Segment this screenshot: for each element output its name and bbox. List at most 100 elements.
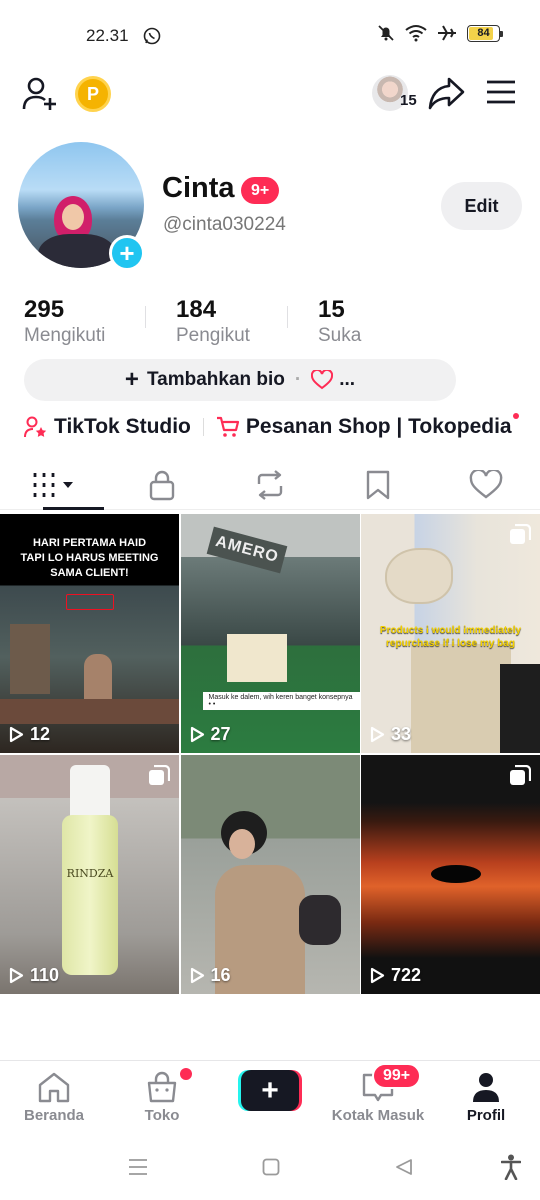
view-count-value: 16 (210, 965, 231, 985)
link-separator (202, 418, 204, 436)
heart-outline-icon (311, 370, 334, 390)
shop-orders-link[interactable]: Pesanan Shop | Tokopedia (216, 413, 519, 439)
battery-level: 84 (477, 27, 490, 39)
video-thumbnail[interactable]: AMERO Masuk ke dalem, wih keren banget k… (180, 514, 360, 753)
bio-more-label: ... (339, 369, 356, 390)
recent-apps-icon[interactable] (128, 1158, 148, 1176)
notification-dot (180, 1068, 192, 1080)
home-icon (38, 1072, 70, 1103)
add-bio-label: Tambahkan bio (146, 369, 285, 390)
video-thumbnail[interactable]: RINDZA 110 (0, 755, 179, 994)
view-count: 33 (370, 724, 411, 745)
play-outline-icon (190, 726, 204, 743)
stat-following[interactable]: 295 Mengikuti (24, 296, 105, 347)
stat-likes-label: Suka (318, 325, 362, 346)
plus-icon: + (241, 1070, 299, 1111)
nav-inbox-label: Kotak Masuk (331, 1107, 425, 1124)
mute-bell-icon (378, 25, 394, 41)
profile-header: P 15 (0, 70, 540, 120)
stat-followers[interactable]: 184 Pengikut (176, 296, 250, 347)
scene-bag (385, 548, 453, 604)
play-outline-icon (9, 726, 24, 743)
name-notification-badge[interactable]: 9+ (241, 177, 280, 204)
add-story-button[interactable]: + (109, 235, 145, 271)
home-square-icon[interactable] (262, 1158, 280, 1176)
play-outline-icon (370, 967, 385, 984)
tab-private[interactable] (108, 460, 216, 509)
video-thumbnail[interactable]: HARI PERTAMA HAID TAPI LO HARUS MEETING … (0, 514, 179, 753)
play-outline-icon (370, 726, 385, 743)
tab-liked[interactable] (432, 460, 540, 509)
nav-profile-label: Profil (466, 1107, 506, 1124)
repost-icon (257, 469, 283, 500)
scene-pants (411, 644, 511, 753)
stat-likes[interactable]: 15 Suka (318, 296, 361, 347)
back-icon[interactable] (395, 1158, 413, 1176)
tab-favorites[interactable] (324, 460, 432, 509)
following-avatar-count: 15 (400, 92, 417, 109)
profile-name: Cinta (162, 172, 235, 204)
accessibility-icon[interactable] (501, 1154, 521, 1180)
view-count-value: 12 (30, 724, 51, 744)
tiktok-studio-link[interactable]: TikTok Studio (24, 415, 191, 439)
tab-reposts[interactable] (216, 460, 324, 509)
view-count: 110 (9, 965, 59, 986)
view-count-value: 33 (391, 724, 412, 744)
view-count: 16 (190, 965, 231, 986)
video-subtitle: Masuk ke dalem, wih keren banget konsepn… (202, 692, 360, 710)
tab-videos[interactable] (0, 460, 108, 510)
nav-shop[interactable]: Toko (108, 1061, 216, 1137)
play-outline-icon (190, 967, 204, 984)
view-count-value: 722 (391, 965, 422, 985)
battery-indicator: 84 (467, 24, 503, 42)
lock-icon (149, 470, 175, 500)
scene-table (0, 699, 179, 724)
menu-icon[interactable] (486, 80, 516, 104)
content-tabs (0, 460, 540, 510)
inbox-badge: 99+ (372, 1063, 422, 1089)
scene-shadow (500, 664, 540, 753)
profile-links: TikTok Studio Pesanan Shop | Tokopedia (24, 412, 519, 442)
shopping-bag-icon (147, 1071, 177, 1103)
profile-icon (473, 1073, 499, 1102)
tiktok-studio-label: TikTok Studio (54, 415, 191, 438)
shopping-cart-icon (216, 416, 239, 437)
bookmark-icon (366, 470, 390, 499)
notification-dot (512, 413, 519, 419)
share-icon[interactable] (428, 76, 466, 110)
product-brand: RINDZA (66, 867, 114, 880)
view-count: 27 (190, 724, 231, 745)
add-bio-button[interactable]: + Tambahkan bio · ... (24, 359, 456, 401)
neon-sign (66, 594, 114, 610)
view-count-value: 27 (210, 724, 231, 744)
scene-bag (298, 895, 341, 945)
video-thumbnail[interactable]: 16 (180, 755, 360, 994)
video-grid: HARI PERTAMA HAID TAPI LO HARUS MEETING … (0, 514, 540, 994)
scene-counter (226, 634, 287, 682)
video-thumbnail[interactable]: 722 (361, 755, 540, 994)
nav-home[interactable]: Beranda (0, 1061, 108, 1137)
coin-icon[interactable]: P (75, 76, 111, 112)
video-thumbnail[interactable]: Products i would immediately repurchase … (361, 514, 540, 753)
wifi-icon (405, 25, 427, 42)
store-sign: AMERO (206, 526, 287, 574)
product-bottle (62, 815, 118, 975)
view-count: 12 (9, 724, 50, 745)
edit-profile-button[interactable]: Edit (441, 182, 522, 230)
video-caption: HARI PERTAMA HAID TAPI LO HARUS MEETING … (20, 537, 159, 579)
create-button[interactable]: + (238, 1070, 302, 1111)
stat-following-label: Mengikuti (24, 325, 106, 346)
heart-icon (469, 469, 503, 499)
play-outline-icon (9, 967, 24, 984)
status-time: 22.31 (86, 26, 129, 45)
nav-shop-label: Toko (144, 1107, 180, 1124)
bottom-nav: Beranda Toko + Kotak Masuk Profil (0, 1060, 540, 1136)
separator-dot: · (294, 369, 302, 390)
view-count-value: 110 (30, 965, 60, 985)
plus-icon: + (124, 366, 139, 393)
add-friend-icon[interactable] (22, 75, 60, 113)
stat-divider (145, 306, 146, 328)
scene-face (228, 829, 255, 859)
nav-profile[interactable]: Profil (432, 1061, 540, 1137)
stat-following-value: 295 (24, 296, 65, 323)
